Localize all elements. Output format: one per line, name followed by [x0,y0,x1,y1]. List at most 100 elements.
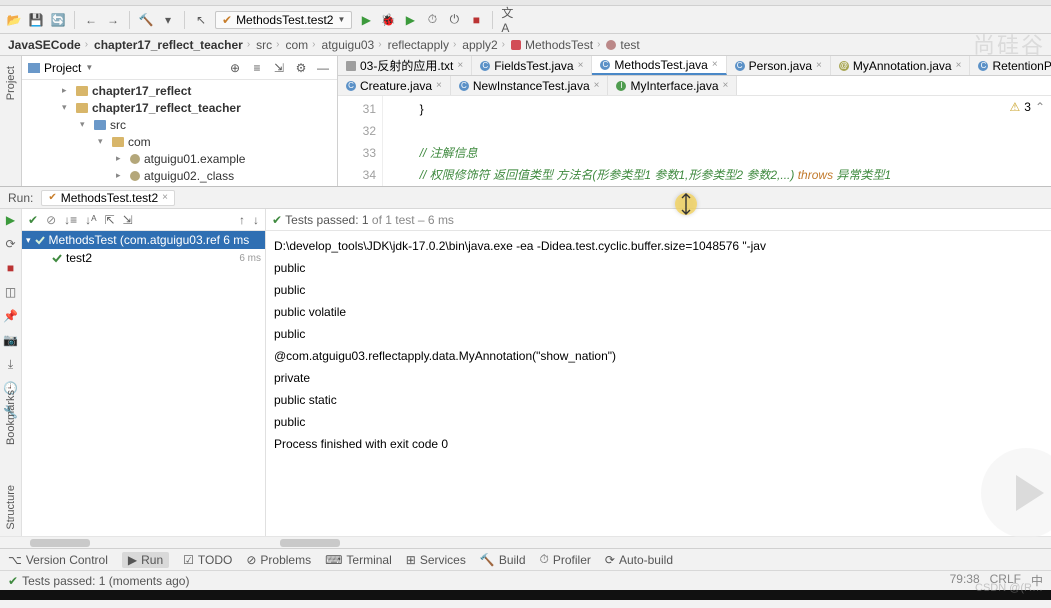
close-icon[interactable]: × [436,80,442,91]
editor-tab[interactable]: 03-反射的应用.txt× [338,56,472,75]
build-icon[interactable]: 🔨 [138,12,154,28]
sync-icon[interactable]: 🔄 [50,12,66,28]
bottom-tab-auto-build[interactable]: ⟳Auto-build [605,553,673,567]
collapse-all-icon[interactable]: ⇲ [271,60,287,76]
tree-node[interactable]: ▸atguigu03.reflectapply [22,184,337,186]
sort-alpha-icon[interactable]: ↓ᴬ [85,213,96,227]
crumb-pkg4[interactable]: apply2 [462,38,497,52]
bottom-tab-problems[interactable]: ⊘Problems [246,553,311,567]
close-icon[interactable]: × [956,60,962,71]
console-output[interactable]: D:\develop_tools\JDK\jdk-17.0.2\bin\java… [266,231,1051,536]
editor-tab[interactable]: IMyInterface.java× [608,76,737,95]
close-icon[interactable]: × [712,59,718,70]
editor-tab[interactable]: CPerson.java× [727,56,831,75]
editor-tab[interactable]: CNewInstanceTest.java× [451,76,609,95]
open-icon[interactable]: 📂 [6,12,22,28]
test-tree-leaf[interactable]: test2 6 ms [22,249,265,267]
run-config-tab[interactable]: ✔ MethodsTest.test2 × [41,190,175,206]
close-icon[interactable]: × [162,192,168,203]
editor-tab[interactable]: CFieldsTest.java× [472,56,592,75]
crumb-root[interactable]: JavaSECode [8,38,81,52]
tab-label: MethodsTest.java [614,58,707,72]
bottom-tab-services[interactable]: ⊞Services [406,553,466,567]
class-icon: C [600,60,610,70]
gear-icon[interactable]: ⚙ [293,60,309,76]
next-icon[interactable]: ↓ [253,213,259,227]
show-ignored-icon[interactable]: ⊘ [46,213,56,227]
tree-node[interactable]: ▾src [22,116,337,133]
encoding[interactable]: 中 [1031,572,1043,589]
tree-node[interactable]: ▾com [22,133,337,150]
pin-icon[interactable]: 📌 [4,309,18,323]
crumb-src[interactable]: src [256,38,272,52]
collapse-icon[interactable]: ⇲ [123,213,133,227]
tree-node[interactable]: ▾chapter17_reflect_teacher [22,99,337,116]
stop-all-icon[interactable]: ▾ [160,12,176,28]
editor-tab[interactable]: CCreature.java× [338,76,451,95]
tree-node[interactable]: ▸atguigu02._class [22,167,337,184]
expand-all-icon[interactable]: ≡ [249,60,265,76]
back-icon[interactable]: ← [83,12,99,28]
bottom-tab-build[interactable]: 🔨Build [480,553,526,567]
tab-label: Person.java [749,59,812,73]
cursor-icon[interactable]: ↖ [193,12,209,28]
inspection-widget[interactable]: ⚠3 ⌃ [1009,100,1045,114]
bookmarks-tool-tab[interactable]: Bookmarks [5,390,17,445]
close-icon[interactable]: × [816,60,822,71]
h-scrollbar[interactable] [0,536,1051,548]
expand-icon[interactable]: ⇱ [105,213,115,227]
run-icon[interactable]: ▶ [358,12,374,28]
tree-node[interactable]: ▸atguigu01.example [22,150,337,167]
forward-icon[interactable]: → [105,12,121,28]
coverage-icon[interactable]: ▶ [402,12,418,28]
hide-icon[interactable]: — [315,60,331,76]
crumb-pkg1[interactable]: com [286,38,309,52]
bottom-tab-profiler[interactable]: ⏱Profiler [540,552,591,567]
select-opened-icon[interactable]: ⊕ [227,60,243,76]
tab-label: MyAnnotation.java [853,59,952,73]
stop-icon[interactable]: ■ [4,261,18,275]
debug-icon[interactable]: 🐞 [380,12,396,28]
show-passed-icon[interactable]: ✔ [28,213,38,227]
crumb-pkg2[interactable]: atguigu03 [322,38,375,52]
editor-tab[interactable]: C MethodsTest.java × [592,56,726,75]
close-icon[interactable]: × [578,60,584,71]
code-area[interactable]: 31 32 33 34 } // 注解信息 // 权限修饰符 返回值类型 方法名… [338,96,1051,186]
structure-tool-tab[interactable]: Structure [5,485,17,530]
crumb-method[interactable]: test [620,38,639,52]
editor-tabs-row1: 03-反射的应用.txt×CFieldsTest.java× C MethodsTe… [338,56,1051,76]
toggle-auto-icon[interactable]: ⟳ [4,237,18,251]
save-icon[interactable]: 💾 [28,12,44,28]
crumb-module[interactable]: chapter17_reflect_teacher [94,38,243,52]
project-tool-tab[interactable]: Project [5,66,17,100]
camera-icon[interactable]: 📷 [4,333,18,347]
prev-icon[interactable]: ↑ [239,213,245,227]
run-tool-window: Run: ✔ MethodsTest.test2 × ▶ ⟳ ■ ◫ 📌 📷 ⤓… [0,186,1051,548]
sort-icon[interactable]: ↓≡ [64,213,77,227]
attach-icon[interactable]: ⏻ [446,12,462,28]
editor-tab[interactable]: CRetentionPolicy.java× [970,56,1051,75]
run-title: Run: [8,191,33,205]
bottom-tab-todo[interactable]: ☑TODO [183,553,232,567]
translate-icon[interactable]: 文A [501,12,517,28]
project-title[interactable]: Project ▼ [28,61,93,75]
crumb-class[interactable]: MethodsTest [525,38,593,52]
crumb-pkg3[interactable]: reflectapply [388,38,449,52]
bottom-tab-version-control[interactable]: ⌥Version Control [8,553,108,567]
close-icon[interactable]: × [457,60,463,71]
bottom-tab-terminal[interactable]: ⌨Terminal [325,553,392,567]
layout-icon[interactable]: ◫ [4,285,18,299]
close-icon[interactable]: × [723,80,729,91]
profiler-icon[interactable]: ⏱ [424,12,440,28]
tree-node[interactable]: ▸chapter17_reflect [22,82,337,99]
close-icon[interactable]: × [594,80,600,91]
line-sep[interactable]: CRLF [990,572,1021,589]
rerun-icon[interactable]: ▶ [4,213,18,227]
stop-icon[interactable]: ■ [468,12,484,28]
run-config-combo[interactable]: ✔ MethodsTest.test2 ▼ [215,11,352,29]
editor-tab[interactable]: @MyAnnotation.java× [831,56,971,75]
test-tree-root[interactable]: ▾ MethodsTest (com.atguigu03.ref 6 ms [22,231,265,249]
bottom-tab-run[interactable]: ▶Run [122,552,169,568]
caret-pos[interactable]: 79:38 [950,572,980,589]
export-icon[interactable]: ⤓ [4,357,18,371]
